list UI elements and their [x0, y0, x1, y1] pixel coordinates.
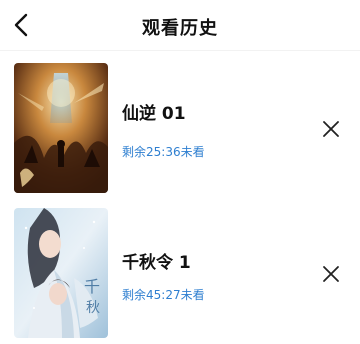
close-icon [323, 266, 339, 282]
watch-history-screen: 观看历史 仙逆 01 剩余25:36未看 千 秋 千秋令 1 剩余45:27未看 [0, 0, 360, 344]
poster-xianni-icon [14, 63, 108, 193]
remaining-time: 剩余25:36未看 [122, 145, 205, 159]
poster-image[interactable]: 千 秋 [14, 208, 108, 338]
svg-text:秋: 秋 [86, 300, 100, 316]
remove-item-button[interactable] [320, 263, 342, 285]
history-item[interactable]: 仙逆 01 剩余25:36未看 [0, 61, 360, 193]
poster-qianqiuling-icon: 千 秋 [14, 208, 108, 338]
video-title[interactable]: 仙逆 01 [122, 99, 186, 124]
top-bar: 观看历史 [0, 0, 360, 51]
page-title: 观看历史 [142, 18, 218, 39]
poster-image[interactable] [14, 63, 108, 193]
history-item[interactable]: 千 秋 千秋令 1 剩余45:27未看 [0, 206, 360, 338]
remaining-time: 剩余45:27未看 [122, 288, 205, 302]
remove-item-button[interactable] [320, 118, 342, 140]
svg-text:千: 千 [84, 277, 100, 296]
video-title[interactable]: 千秋令 1 [122, 248, 191, 273]
close-icon [323, 121, 339, 137]
